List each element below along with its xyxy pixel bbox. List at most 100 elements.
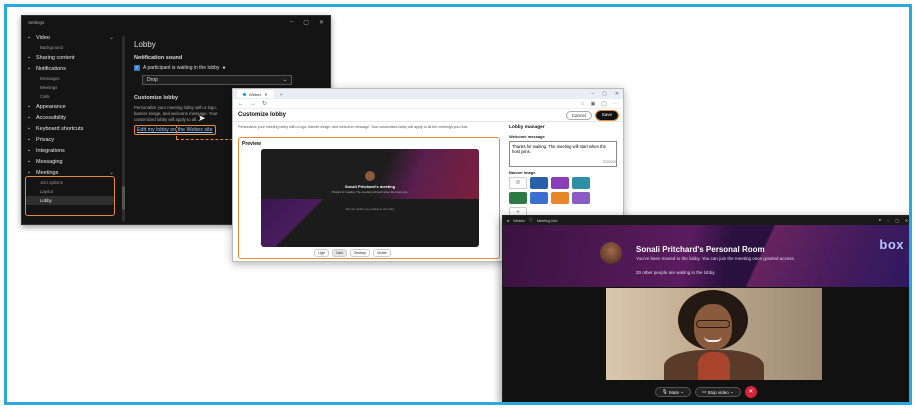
brand-logo: box [879, 237, 904, 252]
meetings-icon: ▪ [28, 169, 30, 176]
lobby-tab-webex[interactable]: Webex [513, 219, 525, 223]
preview-toggle-desktop[interactable]: Desktop [350, 249, 371, 257]
lobby-titlebar: ● Webex ⓘ Meeting info ● – ▢ ✕ [503, 216, 909, 225]
preview-waiting-text: We can update you waiting in the lobby [345, 207, 395, 211]
banner-swatch[interactable] [530, 177, 548, 189]
mute-button[interactable]: 🎙 Mute ⌄ [655, 387, 692, 397]
banner-swatch[interactable] [572, 177, 590, 189]
banner-image-label: Banner image [509, 170, 536, 175]
sidebar-item-label: Meetings [36, 169, 59, 176]
accessibility-icon: ▪ [28, 114, 30, 121]
maximize-icon[interactable]: ▢ [602, 91, 607, 97]
close-icon[interactable]: ✕ [615, 91, 619, 97]
minimize-icon[interactable]: – [290, 19, 293, 26]
checkbox-checked-icon[interactable]: ✓ [134, 65, 140, 71]
edit-lobby-link[interactable]: Edit my lobby on the Webex site [134, 125, 216, 135]
bell-icon: ▪ [28, 65, 30, 72]
sidebar-subitem-calls[interactable]: Calls [26, 92, 114, 101]
sidebar-item-appearance[interactable]: ▪ Appearance [26, 101, 114, 112]
info-icon: ⓘ [529, 218, 533, 222]
self-video-preview [606, 288, 822, 380]
page-title: Lobby [134, 40, 156, 49]
webex-logo-icon: ● [507, 218, 510, 223]
welcome-message-field[interactable]: Thanks for waiting. The meeting will sta… [509, 141, 617, 167]
browser-tab[interactable]: Webex ✕ [237, 90, 274, 98]
sidebar-item-notifications[interactable]: ▪ Notifications [26, 63, 114, 74]
participant-waiting-checkbox[interactable]: ✓ A participant is waiting in the lobby … [134, 65, 324, 71]
collections-icon[interactable]: ▣ [591, 101, 596, 107]
maximize-icon[interactable]: ▢ [303, 19, 309, 26]
share-icon: ▪ [28, 54, 30, 61]
browser-tab-strip: Webex ✕ + – ▢ ✕ [233, 89, 623, 99]
settings-scrollbar[interactable] [122, 36, 125, 222]
privacy-icon: ▪ [28, 136, 30, 143]
sidebar-subitem-meetings[interactable]: Meetings [26, 83, 114, 92]
forward-icon[interactable]: → [250, 101, 256, 107]
favorites-icon[interactable]: ☆ [580, 101, 584, 107]
banner-swatch[interactable] [551, 177, 569, 189]
video-icon: ▪ [28, 34, 30, 41]
call-controls: 🎙 Mute ⌄ ▭ Stop video ⌄ ✕ [655, 386, 757, 398]
sidebar-item-label: Sharing content [36, 54, 75, 61]
meetings-highlight [25, 176, 115, 216]
sound-dropdown[interactable]: Drop ⌄ [142, 75, 292, 85]
notification-sound-label: Notification sound [134, 55, 183, 61]
back-icon[interactable]: ← [238, 101, 244, 107]
preview-toggle-light[interactable]: Light [314, 249, 330, 257]
banner-swatch[interactable] [572, 192, 590, 204]
banner-swatch[interactable] [530, 192, 548, 204]
participant-waiting-label: A participant is waiting in the lobby [143, 65, 220, 71]
mouse-pointer-icon: ➤ [198, 113, 206, 123]
customize-lobby-header: Customize lobby Cancel Save [233, 109, 623, 122]
sidebar-item-label: Video [36, 34, 50, 41]
new-tab-icon[interactable]: + [280, 92, 283, 97]
chevron-down-icon[interactable]: ⌄ [109, 169, 114, 176]
lobby-tab-meeting-info[interactable]: Meeting info [537, 219, 558, 223]
sidebar-item-privacy[interactable]: ▪ Privacy [26, 134, 114, 145]
minimize-icon[interactable]: – [887, 218, 889, 223]
banner-swatch[interactable] [509, 192, 527, 204]
refresh-icon[interactable]: ↻ [262, 100, 267, 107]
stop-video-button[interactable]: ▭ Stop video ⌄ [695, 387, 741, 397]
leave-call-button[interactable]: ✕ [744, 386, 757, 398]
sidebar-item-label: Notifications [36, 65, 66, 72]
preview-toggle-dark[interactable]: Dark [332, 249, 348, 257]
save-button[interactable]: Save [594, 109, 620, 121]
preview-toggle-mobile[interactable]: Mobile [373, 249, 391, 257]
sidebar-item-keyboard-shortcuts[interactable]: ▪ Keyboard shortcuts [26, 123, 114, 134]
sidebar-item-integrations[interactable]: ▪ Integrations [26, 145, 114, 156]
sound-dropdown-value: Drop [147, 77, 158, 83]
screenshot-frame: Settings – ▢ ✕ ▪ Video ⌄ Background ▪ Sharing… [4, 4, 912, 405]
video-person-glasses [696, 320, 730, 328]
minimize-icon[interactable]: – [591, 91, 594, 97]
chevron-down-icon[interactable]: ⌄ [109, 34, 114, 41]
preview-mode-toggles: Light Dark Desktop Mobile [314, 249, 391, 257]
browser-tab-title: Webex [249, 91, 262, 97]
banner-swatch[interactable] [551, 192, 569, 204]
sidebar-item-video[interactable]: ▪ Video ⌄ [26, 32, 114, 43]
sidebar-subitem-background[interactable]: Background [26, 43, 114, 52]
tab-close-icon[interactable]: ✕ [264, 92, 267, 97]
close-icon[interactable]: ✕ [319, 19, 324, 26]
cancel-button[interactable]: Cancel [565, 110, 592, 120]
sidebar-item-accessibility[interactable]: ▪ Accessibility [26, 112, 114, 123]
lobby-manager-heading: Lobby manager [509, 125, 545, 130]
customize-lobby-description: Personalize your meeting lobby with a lo… [238, 125, 469, 129]
sidebar-item-label: Privacy [36, 136, 55, 143]
more-icon[interactable]: ⋯ [613, 101, 618, 107]
connector-dashed-line [176, 139, 238, 140]
sidebar-item-label: Accessibility [36, 114, 66, 121]
close-icon[interactable]: ✕ [905, 218, 908, 223]
sidebar-item-messaging[interactable]: ▪ Messaging [26, 156, 114, 167]
sidebar-item-sharing-content[interactable]: ▪ Sharing content [26, 52, 114, 63]
customize-lobby-description: Personalize your meeting lobby with a lo… [134, 105, 218, 122]
mute-label: Mute [668, 389, 679, 395]
room-name: Sonali Pritchard's Personal Room [636, 245, 765, 254]
browser-toolbar: ← → ↻ ☆ ▣ ◯ ⋯ [233, 99, 623, 109]
sidebar-subitem-messages[interactable]: Messages [26, 74, 114, 83]
chevron-down-icon: ⌄ [282, 77, 287, 83]
profile-icon[interactable]: ◯ [601, 101, 607, 107]
no-banner-icon[interactable]: ⊘ [509, 177, 527, 189]
maximize-icon[interactable]: ▢ [895, 218, 899, 223]
preview-label: Preview [242, 141, 261, 147]
